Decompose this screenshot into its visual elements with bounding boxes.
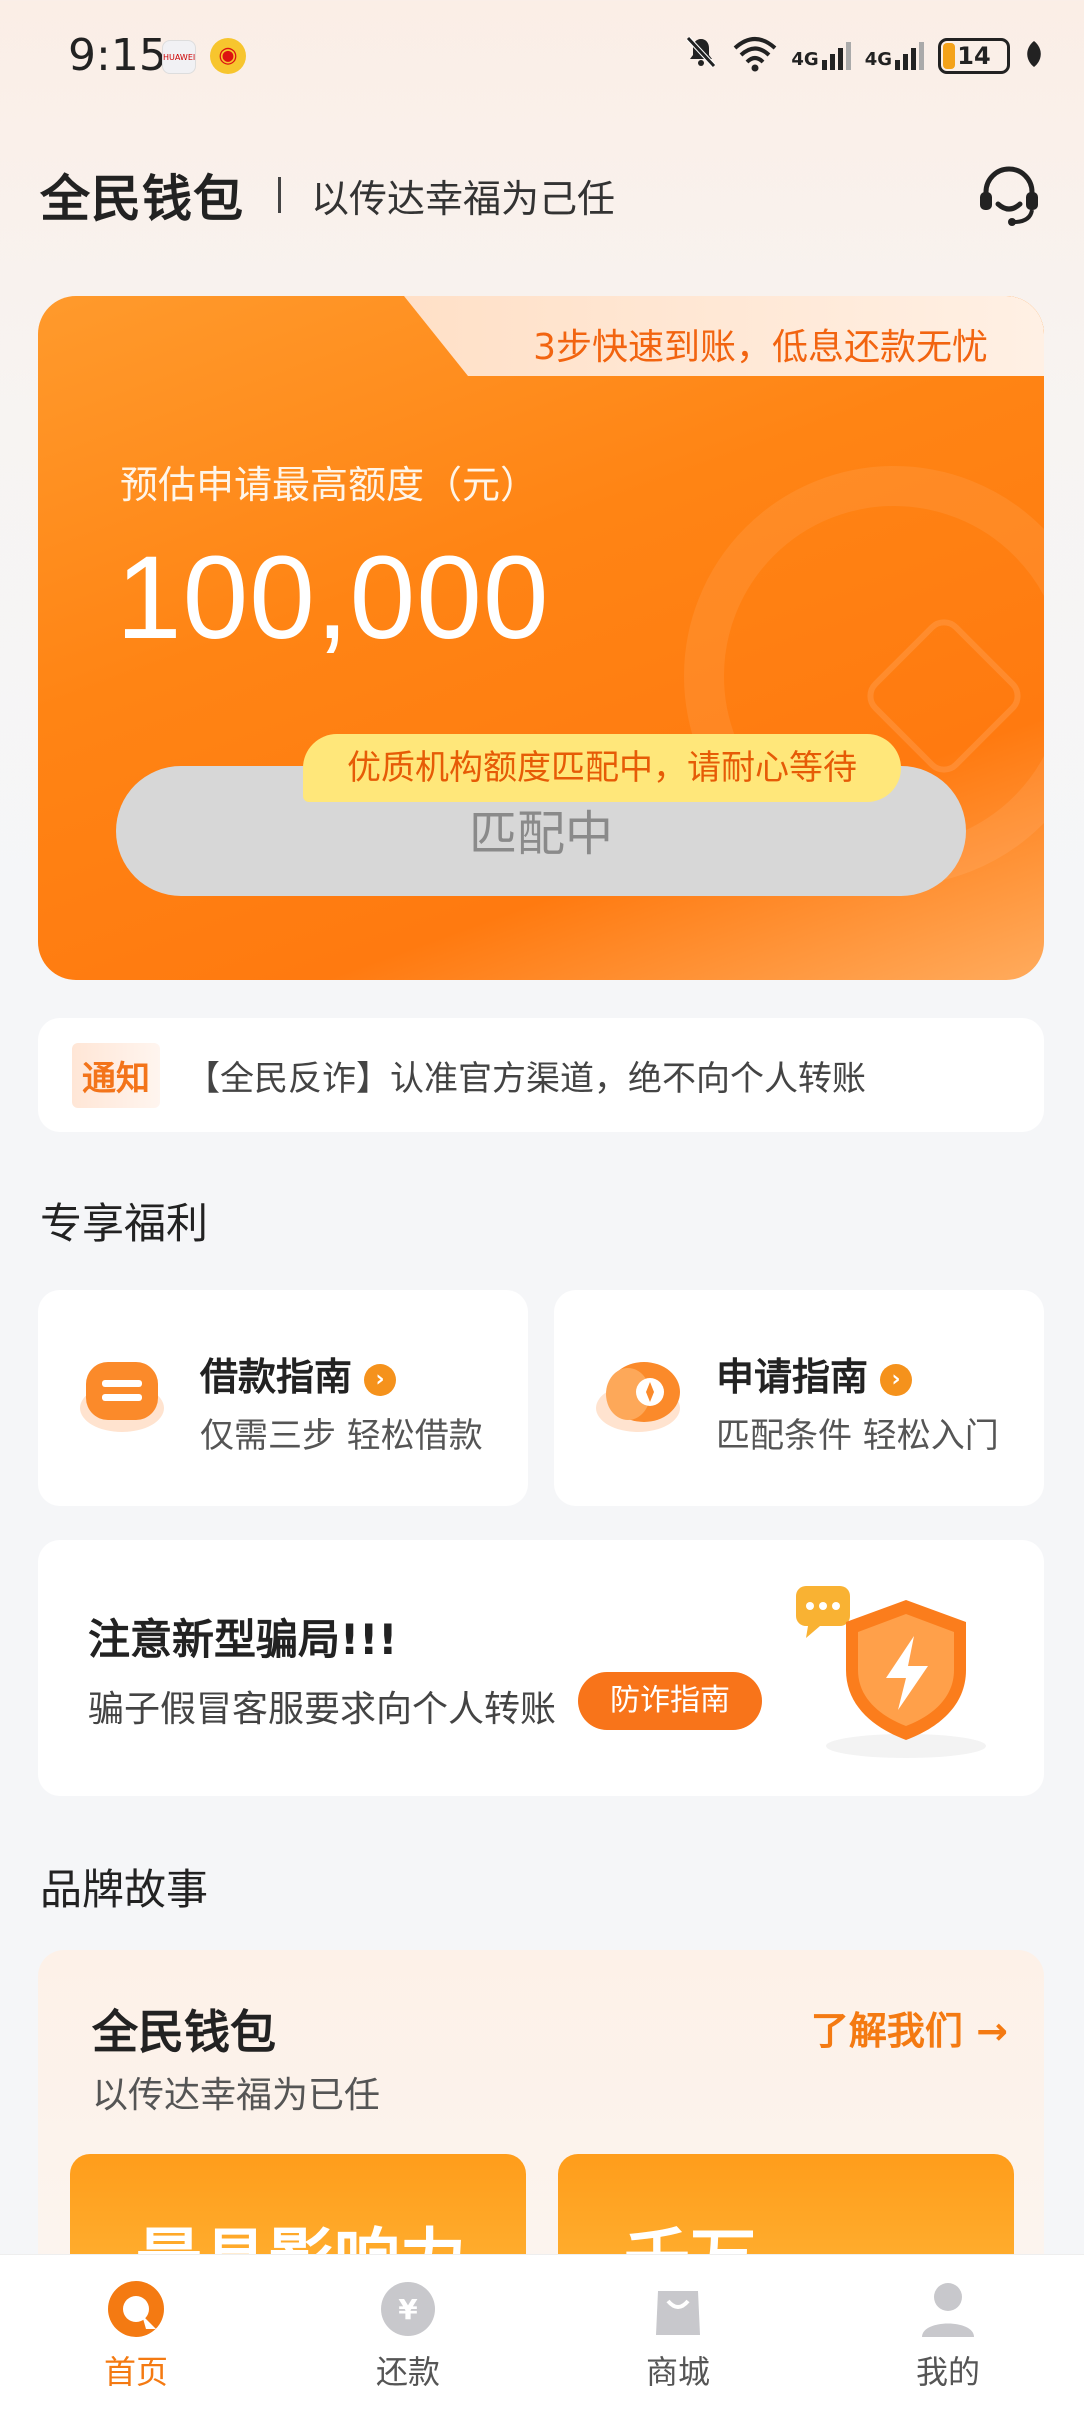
profile-icon (918, 2279, 978, 2339)
leaf-icon (1024, 39, 1044, 73)
notice-text: 【全民反诈】认准官方渠道，绝不向个人转账 (186, 1058, 866, 1099)
apply-guide-title-text: 申请指南 (716, 1355, 869, 1399)
apply-guide-title: 申请指南 › (716, 1346, 913, 1401)
nav-shop[interactable]: 商城 (598, 2279, 758, 2393)
brand-name: 全民钱包 (40, 170, 244, 228)
status-bar: 9:15 HUAWEI ◉ 4G 4G 14 (0, 0, 1084, 110)
about-us-link[interactable]: 了解我们 → (811, 2000, 1008, 2055)
limit-amount: 100,000 (116, 532, 550, 664)
limit-label: 预估申请最高额度（元） (120, 463, 539, 507)
fraud-subtitle: 骗子假冒客服要求向个人转账 (88, 1689, 557, 1730)
svg-text:¥: ¥ (398, 2293, 418, 2326)
benefits-section-title: 专享福利 (40, 1199, 209, 1248)
chevron-right-icon: › (364, 1363, 397, 1396)
battery-level: 14 (957, 42, 991, 70)
loan-guide-card[interactable]: 借款指南 › 仅需三步 轻松借款 (38, 1290, 528, 1506)
nav-repay[interactable]: ¥ 还款 (328, 2279, 488, 2393)
shield-lightning-icon (796, 1570, 996, 1770)
status-icons: 4G 4G 14 (683, 32, 1044, 80)
status-time: 9:15 (68, 30, 167, 81)
story-title: 全民钱包 (92, 2005, 276, 2059)
chevron-right-icon: › (880, 1363, 913, 1396)
weibo-icon: ◉ (210, 38, 246, 74)
apply-guide-card[interactable]: 申请指南 › 匹配条件 轻松入门 (554, 1290, 1044, 1506)
hero-tagline: 3步快速到账，低息还款无忧 (533, 327, 988, 368)
fraud-warning-card: 注意新型骗局!!! 骗子假冒客服要求向个人转账 防诈指南 (38, 1540, 1044, 1796)
fraud-title: 注意新型骗局!!! (88, 1615, 398, 1664)
story-subtitle: 以传达幸福为已任 (92, 2075, 381, 2116)
notice-bar[interactable]: 通知 【全民反诈】认准官方渠道，绝不向个人转账 (38, 1018, 1044, 1132)
notice-badge: 通知 (72, 1042, 160, 1108)
nav-home-label: 首页 (103, 2353, 168, 2391)
nav-profile-label: 我的 (915, 2353, 980, 2391)
nav-shop-label: 商城 (645, 2353, 710, 2391)
apply-guide-icon (588, 1342, 688, 1442)
nav-home[interactable]: 首页 (56, 2279, 216, 2393)
credit-limit-card: 3步快速到账，低息还款无忧 预估申请最高额度（元） 100,000 匹配中 优质… (38, 296, 1044, 980)
loan-guide-title-text: 借款指南 (200, 1355, 353, 1399)
anti-fraud-guide-button[interactable]: 防诈指南 (578, 1672, 762, 1730)
matching-tip-bubble: 优质机构额度匹配中，请耐心等待 (303, 734, 901, 802)
mute-bell-icon (683, 34, 719, 78)
repay-icon: ¥ (378, 2279, 438, 2339)
battery-icon: 14 (938, 38, 1010, 74)
huawei-app-icon: HUAWEI (162, 40, 196, 74)
wifi-icon (733, 36, 777, 76)
signal-icon: 4G (791, 42, 851, 70)
nav-profile[interactable]: 我的 (868, 2279, 1028, 2393)
brand-slogan: 以传达幸福为己任 (311, 176, 616, 221)
network-type-1: 4G (791, 49, 819, 70)
brand-story-section-title: 品牌故事 (40, 1865, 209, 1914)
header-divider (278, 177, 281, 213)
bottom-navigation: 首页 ¥ 还款 商城 我的 (0, 2254, 1084, 2412)
loan-guide-icon (72, 1342, 172, 1442)
nav-repay-label: 还款 (375, 2353, 440, 2391)
signal-icon: 4G (865, 42, 924, 70)
loan-guide-title: 借款指南 › (200, 1346, 397, 1401)
network-type-2: 4G (864, 49, 892, 70)
loan-guide-subtitle: 仅需三步 轻松借款 (200, 1416, 483, 1456)
shop-bag-icon (648, 2279, 708, 2339)
apply-guide-subtitle: 匹配条件 轻松入门 (716, 1416, 999, 1456)
app-header: 全民钱包 以传达幸福为己任 (40, 160, 1044, 230)
customer-service-icon[interactable] (974, 160, 1044, 230)
home-icon (106, 2279, 166, 2339)
